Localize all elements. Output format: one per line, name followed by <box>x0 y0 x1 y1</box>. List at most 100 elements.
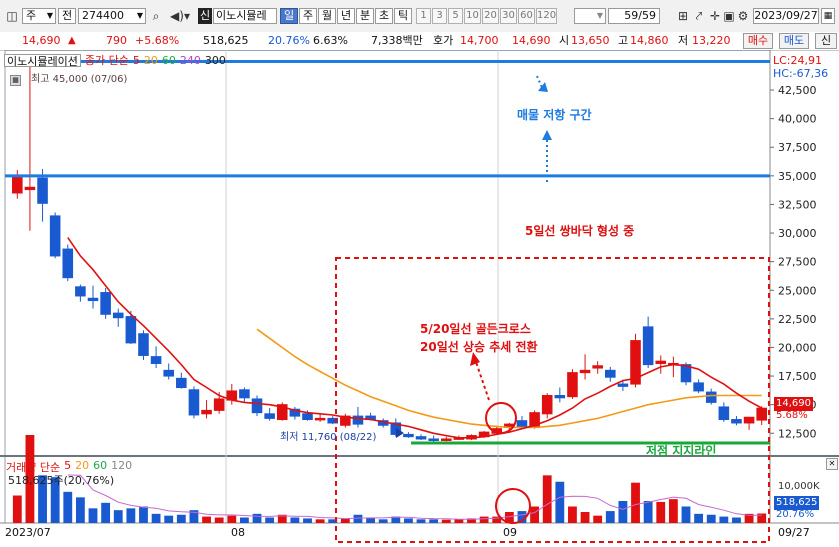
volume-bar-53 <box>681 506 691 523</box>
candle-body-58 <box>743 416 755 424</box>
interval-custom-select[interactable]: ▼ <box>574 8 606 24</box>
chart-tool-icon[interactable]: ⤤ <box>692 8 706 24</box>
interval-button-0[interactable]: 1 <box>416 8 431 24</box>
interval-button-3[interactable]: 10 <box>464 8 481 24</box>
candle-body-13 <box>176 377 187 388</box>
stock-code-input[interactable]: 274400 ▼ <box>78 8 146 24</box>
candle-body-40 <box>516 420 528 427</box>
candle-body-57 <box>731 419 742 424</box>
y-tick-label-9: 20,000 <box>778 341 817 354</box>
golden-cross-annotation: 5/20일선 골든크로스 20일선 상승 추세 전환 <box>420 320 538 356</box>
candle-body-50 <box>642 326 654 366</box>
volume-bar-16 <box>214 517 224 523</box>
interval-button-1[interactable]: 3 <box>432 8 447 24</box>
volume-axis-tick: 10,000K <box>778 481 820 492</box>
open-value: 13,650 <box>571 34 610 47</box>
volume-bar-55 <box>706 514 716 523</box>
date-field[interactable]: 2023/09/27 <box>753 8 819 24</box>
volume-bar-12 <box>164 515 174 523</box>
candle-body-12 <box>163 369 175 377</box>
volume-bar-19 <box>252 513 262 523</box>
low-value: 13,220 <box>692 34 731 47</box>
volume-pct-tag: 20.76% <box>776 509 815 520</box>
candle-body-8 <box>112 312 124 319</box>
new-order-button[interactable]: 신 <box>815 33 837 49</box>
change-arrow: ▲ <box>68 35 76 46</box>
volume-info: 518,625주(20,76%) <box>8 474 115 487</box>
crosshair-icon[interactable]: ✛ <box>708 8 722 24</box>
panel-close-icon[interactable]: ✕ <box>826 458 838 470</box>
range-field[interactable]: 59/59 <box>608 8 660 24</box>
y-tick-label-12: 12,500 <box>778 427 817 440</box>
volume-bar-18 <box>239 517 249 523</box>
candle-body-47 <box>604 369 616 378</box>
support-annotation: 저점 지지라인 <box>646 444 717 458</box>
volume-bar-32 <box>416 519 426 523</box>
stock-code-value: 274400 <box>82 9 124 22</box>
interval-button-7[interactable]: 120 <box>536 8 557 24</box>
candle-body-42 <box>541 395 553 415</box>
low-info: 최저 11,760 (08/22) <box>280 432 377 443</box>
period-tab-5[interactable]: 초 <box>375 8 393 24</box>
chart-menu-icon[interactable]: ▦ <box>10 75 21 86</box>
chart-window-icon[interactable]: ◫ <box>5 8 19 24</box>
interval-button-2[interactable]: 5 <box>448 8 463 24</box>
high-value: 14,860 <box>630 34 669 47</box>
quote-bar: 14,690 ▲ 790 +5.68% 518,625 20.76% 6.63%… <box>0 32 839 51</box>
legend-ma20: 20 <box>143 54 158 67</box>
candle-body-1 <box>24 186 36 191</box>
save-icon[interactable]: ▣ <box>722 8 736 24</box>
period-tab-4[interactable]: 분 <box>356 8 374 24</box>
volume-bar-6 <box>88 508 98 523</box>
volume-bar-37 <box>479 516 489 523</box>
candle-body-32 <box>415 436 427 440</box>
calendar-icon[interactable]: ▦ <box>821 8 835 24</box>
y-tick-label-3: 35,000 <box>778 170 817 183</box>
candle-body-44 <box>567 372 578 398</box>
x-label-start: 2023/07 <box>5 526 51 539</box>
volume-value: 518,625 <box>203 34 249 47</box>
ask-value-2: 14,690 <box>512 34 551 47</box>
period-tab-3[interactable]: 년 <box>337 8 355 24</box>
period-tab-2[interactable]: 월 <box>318 8 336 24</box>
speaker-icon[interactable]: ◀)▾ <box>166 8 194 24</box>
volume-bar-0 <box>12 495 22 523</box>
prev-button[interactable]: 전 <box>58 8 76 24</box>
period-tab-6[interactable]: 틱 <box>394 8 412 24</box>
candle-body-23 <box>302 413 313 421</box>
y-tick-label-10: 17,500 <box>778 370 817 383</box>
high-label: 고 <box>618 34 629 47</box>
search-icon[interactable]: ⌕ <box>149 8 163 24</box>
interval-button-4[interactable]: 20 <box>482 8 499 24</box>
ask-value: 14,700 <box>460 34 499 47</box>
market-select[interactable]: 주 ▼ <box>22 8 56 24</box>
interval-button-6[interactable]: 60 <box>518 8 535 24</box>
volume-bar-27 <box>353 514 363 523</box>
interval-button-5[interactable]: 30 <box>500 8 517 24</box>
chevron-down-icon: ▼ <box>136 11 143 20</box>
price-change: 790 <box>106 34 127 47</box>
candle-body-54 <box>693 382 704 392</box>
buy-button[interactable]: 매수 <box>743 33 773 49</box>
candle-body-2 <box>37 177 48 204</box>
stock-name-field[interactable]: 이노시뮬레 <box>213 8 277 24</box>
volume-bar-49 <box>631 482 640 523</box>
y-tick-label-7: 25,000 <box>778 284 817 297</box>
credit-badge: 신 <box>198 8 212 24</box>
volume-bar-41 <box>530 506 540 523</box>
chart-area[interactable]: 42,500 40,000 37,500 35,000 32,500 30,000 27,5… <box>0 50 839 544</box>
period-tab-0[interactable]: 일 <box>280 8 298 24</box>
gear-icon[interactable]: ⚙ <box>736 8 750 24</box>
legend-ma300: 300 <box>204 54 226 67</box>
candle-body-31 <box>403 433 414 438</box>
volume-bar-29 <box>378 519 388 523</box>
volume-bar-22 <box>290 517 300 523</box>
sell-button[interactable]: 매도 <box>779 33 809 49</box>
volume-bar-24 <box>315 519 325 523</box>
candle-body-24 <box>314 417 326 421</box>
current-price: 14,690 <box>22 34 61 47</box>
grid-icon[interactable]: ⊞ <box>676 8 690 24</box>
double-bottom-annotation: 5일선 쌍바닥 형성 중 <box>525 224 635 238</box>
period-tab-1[interactable]: 주 <box>299 8 317 24</box>
legend-stock-name[interactable]: 이노시뮬레이션 <box>4 54 81 68</box>
